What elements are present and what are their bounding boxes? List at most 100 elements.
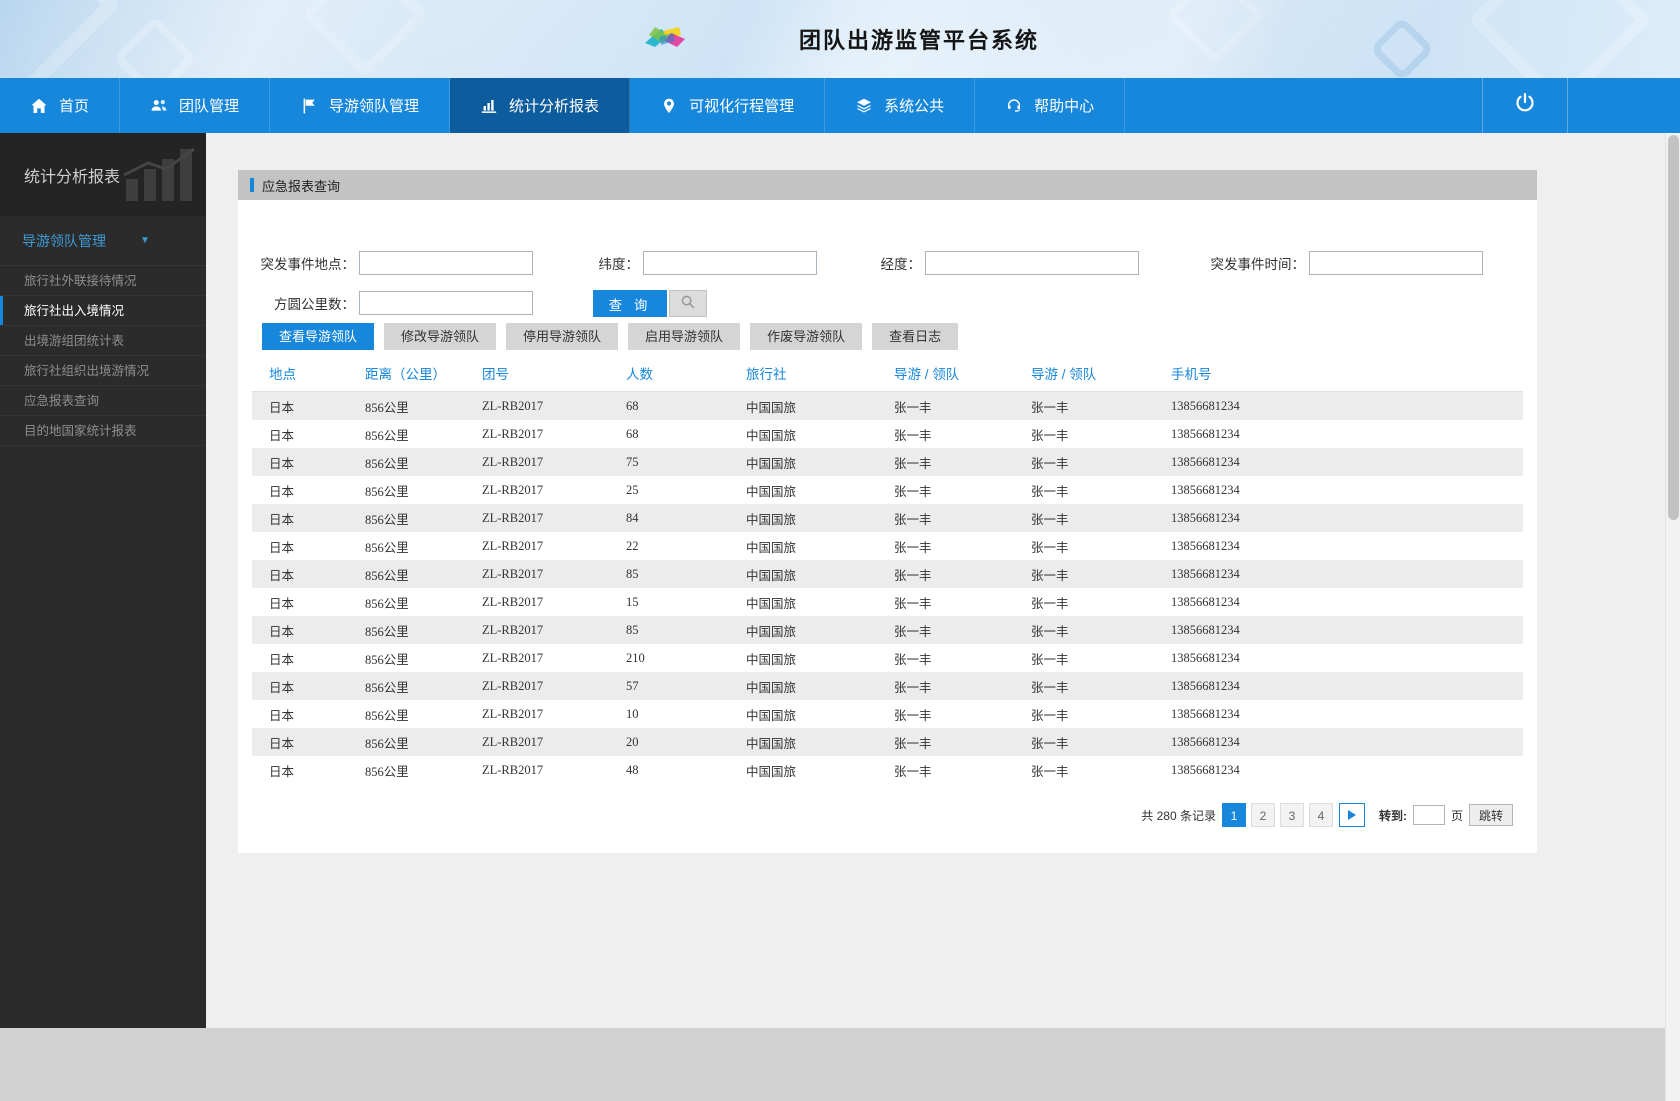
table-cell: 13856681234	[1171, 454, 1240, 469]
tab-item[interactable]: 查看日志	[872, 323, 959, 350]
table-cell: 210	[626, 650, 645, 665]
table-cell: 856公里	[365, 764, 409, 779]
table-cell: 20	[626, 734, 639, 749]
panel-title-bar: 应急报表查询	[238, 170, 1537, 200]
incident-location-input[interactable]	[359, 251, 533, 275]
table-cell: 日本	[269, 736, 295, 751]
table-row: 日本 856公里 ZL-RB2017 20 中国国旅 张一丰 张一丰 13856681234	[252, 728, 1523, 756]
table-body: 日本 856公里 ZL-RB2017 68 中国国旅 张一丰 张一丰 13856681234 日…	[252, 392, 1523, 784]
sidebar-section-header: 统计分析报表	[0, 133, 206, 216]
main-nav: 首页 团队管理 导游领队管理 统计分析报表 可视化行程管理 系统公共 帮助中心	[0, 78, 1680, 133]
table-cell: 中国国旅	[746, 652, 797, 667]
table-cell: 中国国旅	[746, 400, 797, 415]
table-cell: ZL-RB2017	[482, 762, 544, 777]
table-cell: 中国国旅	[746, 624, 797, 639]
radius-km-input[interactable]	[359, 291, 533, 315]
table-cell: 中国国旅	[746, 764, 797, 779]
table-row: 日本 856公里 ZL-RB2017 85 中国国旅 张一丰 张一丰 13856681234	[252, 616, 1523, 644]
sidebar-item[interactable]: 应急报表查询	[0, 386, 206, 416]
table-cell: 张一丰	[1031, 428, 1069, 443]
layers-icon	[855, 97, 873, 115]
tab-item[interactable]: 停用导游领队	[506, 323, 619, 350]
latitude-label: 纬度：	[598, 257, 640, 272]
nav-item-team-management[interactable]: 团队管理	[120, 78, 271, 133]
column-header: 旅行社	[746, 366, 787, 382]
table-cell: 日本	[269, 596, 295, 611]
page-button[interactable]: 1	[1221, 803, 1246, 827]
table-cell: 张一丰	[1031, 512, 1069, 527]
table-cell: 张一丰	[1031, 484, 1069, 499]
sidebar-item[interactable]: 目的地国家统计报表	[0, 416, 206, 446]
sidebar-item[interactable]: 旅行社外联接待情况	[0, 266, 206, 296]
page-button[interactable]: 3	[1279, 803, 1304, 827]
page-button[interactable]: 4	[1308, 803, 1333, 827]
table-cell: 张一丰	[1031, 708, 1069, 723]
vertical-scrollbar[interactable]	[1665, 133, 1680, 1101]
nav-item-label: 统计分析报表	[509, 98, 600, 115]
nav-item-system-public[interactable]: 系统公共	[825, 78, 976, 133]
longitude-input[interactable]	[925, 251, 1139, 275]
content-panel: 应急报表查询 突发事件地点： 纬度： 经度： 突发事件时间： 方圆公里数： 查 …	[238, 170, 1537, 853]
table-cell: 856公里	[365, 428, 409, 443]
tab-item[interactable]: 启用导游领队	[628, 323, 741, 350]
logout-power-button[interactable]	[1482, 78, 1568, 133]
nav-item-visual-itinerary-management[interactable]: 可视化行程管理	[630, 78, 826, 133]
sidebar-item[interactable]: 旅行社组织出境游情况	[0, 356, 206, 386]
longitude-label: 经度：	[880, 257, 922, 272]
nav-item-label: 系统公共	[884, 98, 945, 115]
table-cell: ZL-RB2017	[482, 426, 544, 441]
home-icon	[30, 97, 48, 115]
nav-item-help-center[interactable]: 帮助中心	[975, 78, 1126, 133]
query-button[interactable]: 查 询	[593, 290, 667, 317]
tab-item[interactable]: 修改导游领队	[384, 323, 497, 350]
next-page-button[interactable]	[1338, 803, 1365, 827]
sidebar-group-guide-leader-management[interactable]: 导游领队管理 ▼	[0, 216, 206, 266]
table-cell: ZL-RB2017	[482, 482, 544, 497]
table-cell: 85	[626, 566, 639, 581]
sidebar-item[interactable]: 旅行社出入境情况	[0, 296, 206, 326]
table-cell: ZL-RB2017	[482, 510, 544, 525]
table-cell: 日本	[269, 680, 295, 695]
table-cell: ZL-RB2017	[482, 622, 544, 637]
team-icon	[150, 97, 168, 115]
table-row: 日本 856公里 ZL-RB2017 75 中国国旅 张一丰 张一丰 13856681234	[252, 448, 1523, 476]
table-cell: 中国国旅	[746, 484, 797, 499]
tab-item[interactable]: 查看导游领队	[262, 323, 375, 350]
table-cell: 57	[626, 678, 639, 693]
table-row: 日本 856公里 ZL-RB2017 48 中国国旅 张一丰 张一丰 13856681234	[252, 756, 1523, 784]
table-cell: 张一丰	[894, 540, 932, 555]
table-cell: 张一丰	[894, 736, 932, 751]
goto-page-input[interactable]	[1412, 805, 1445, 825]
table-cell: 张一丰	[1031, 596, 1069, 611]
table-cell: ZL-RB2017	[482, 454, 544, 469]
table-cell: 张一丰	[894, 400, 932, 415]
table-cell: 张一丰	[1031, 736, 1069, 751]
nav-item-home[interactable]: 首页	[0, 78, 121, 133]
incident-time-input[interactable]	[1309, 251, 1483, 275]
jump-button[interactable]: 跳转	[1468, 804, 1513, 826]
table-cell: 856公里	[365, 568, 409, 583]
sidebar-group-label: 导游领队管理	[22, 232, 106, 249]
nav-item-label: 帮助中心	[1034, 98, 1095, 115]
column-header: 手机号	[1171, 366, 1212, 382]
sidebar-item[interactable]: 出境游组团统计表	[0, 326, 206, 356]
scrollbar-thumb[interactable]	[1668, 135, 1679, 520]
search-icon-button[interactable]	[669, 290, 707, 317]
tab-item[interactable]: 作废导游领队	[750, 323, 863, 350]
latitude-input[interactable]	[643, 251, 817, 275]
table-cell: 15	[626, 594, 639, 609]
table-cell: 856公里	[365, 708, 409, 723]
table-cell: 中国国旅	[746, 568, 797, 583]
table-cell: 856公里	[365, 652, 409, 667]
table-cell: 13856681234	[1171, 538, 1240, 553]
pagination: 共 280 条记录 1234 转到: 页 跳转	[1141, 803, 1513, 827]
table-cell: 856公里	[365, 512, 409, 527]
nav-item-statistics-reports[interactable]: 统计分析报表	[450, 78, 631, 133]
table-cell: 张一丰	[894, 568, 932, 583]
table-cell: 856公里	[365, 596, 409, 611]
table-cell: 日本	[269, 708, 295, 723]
page-button[interactable]: 2	[1250, 803, 1275, 827]
nav-item-guide-leader-management[interactable]: 导游领队管理	[270, 78, 451, 133]
table-cell: 张一丰	[894, 512, 932, 527]
itinerary-pin-icon	[660, 97, 678, 115]
